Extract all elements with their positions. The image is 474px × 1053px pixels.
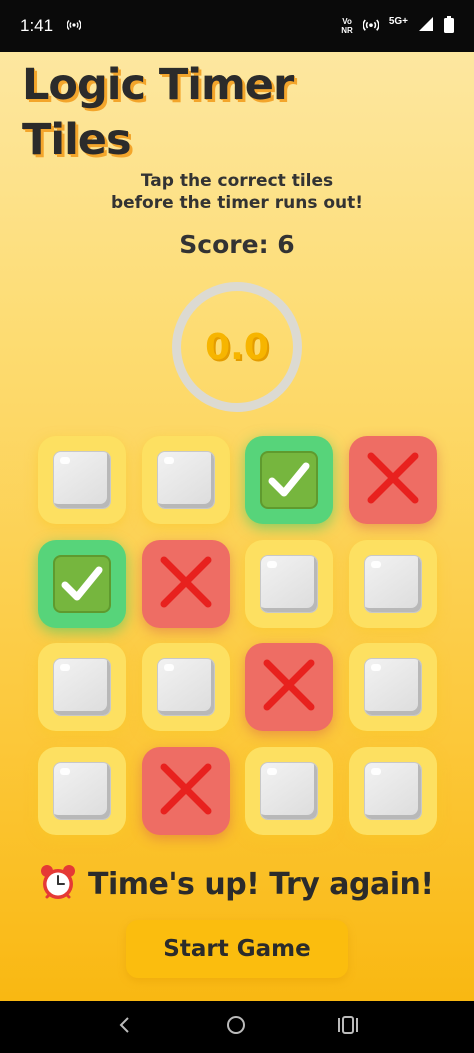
start-game-button[interactable]: Start Game — [126, 920, 348, 978]
blank-square-icon — [260, 555, 318, 613]
tile-wrong[interactable] — [142, 540, 230, 628]
instructions-line-1: Tap the correct tiles — [140, 171, 334, 191]
blank-square-icon — [157, 451, 215, 509]
blank-square-icon — [157, 658, 215, 716]
blank-square-icon — [53, 658, 111, 716]
status-bar: 1:41 Vo NR 5G+ — [0, 0, 474, 52]
tile-empty[interactable] — [349, 540, 437, 628]
tile-empty[interactable] — [349, 747, 437, 835]
tile-empty[interactable] — [245, 747, 333, 835]
alarm-clock-icon — [38, 862, 78, 906]
blank-square-icon — [364, 555, 422, 613]
instructions-line-2: before the timer runs out! — [110, 193, 364, 213]
timer-ring: 0.0 — [172, 282, 302, 412]
hotspot-icon — [362, 16, 380, 36]
title-line-1: Logic Timer — [22, 60, 294, 110]
cross-icon — [156, 759, 216, 823]
home-icon[interactable] — [225, 1014, 247, 1040]
network-type: 5G+ — [388, 15, 408, 27]
game-screen: Logic Timer Tiles Tap the correct tiles … — [0, 52, 474, 1001]
tile-empty[interactable] — [38, 436, 126, 524]
volte-top: Vo — [342, 17, 352, 26]
timer-value: 0.0 — [205, 326, 269, 368]
blank-square-icon — [364, 762, 422, 820]
check-icon — [53, 555, 111, 613]
tile-correct[interactable] — [38, 540, 126, 628]
signal-icon — [418, 16, 434, 36]
tile-wrong[interactable] — [245, 643, 333, 731]
cross-icon — [156, 552, 216, 616]
instructions: Tap the correct tiles before the timer r… — [60, 170, 414, 214]
volte-bottom: NR — [341, 26, 353, 35]
blank-square-icon — [53, 762, 111, 820]
blank-square-icon — [260, 762, 318, 820]
battery-icon — [444, 15, 454, 37]
recent-apps-icon[interactable] — [337, 1015, 359, 1039]
page-title: Logic Timer Tiles — [22, 58, 442, 168]
tile-correct[interactable] — [245, 436, 333, 524]
tile-empty[interactable] — [245, 540, 333, 628]
tile-empty[interactable] — [38, 747, 126, 835]
hotspot-icon — [66, 16, 82, 36]
score-display: Score: 6 — [179, 230, 295, 259]
status-message-text: Time's up! Try again! — [88, 866, 434, 902]
cross-icon — [259, 655, 319, 719]
tile-empty[interactable] — [142, 643, 230, 731]
clock-time: 1:41 — [20, 16, 54, 35]
tile-empty[interactable] — [38, 643, 126, 731]
volte-badge: Vo NR — [341, 17, 353, 35]
check-icon — [260, 451, 318, 509]
status-left: 1:41 — [20, 16, 82, 36]
tile-empty[interactable] — [142, 436, 230, 524]
back-icon[interactable] — [115, 1015, 135, 1039]
title-line-2: Tiles — [22, 115, 132, 165]
tile-empty[interactable] — [349, 643, 437, 731]
blank-square-icon — [53, 451, 111, 509]
status-right: Vo NR 5G+ — [341, 15, 454, 37]
navigation-bar — [0, 1001, 474, 1053]
tile-wrong[interactable] — [349, 436, 437, 524]
cross-icon — [363, 448, 423, 512]
tile-wrong[interactable] — [142, 747, 230, 835]
blank-square-icon — [364, 658, 422, 716]
status-message: Time's up! Try again! — [38, 862, 448, 906]
